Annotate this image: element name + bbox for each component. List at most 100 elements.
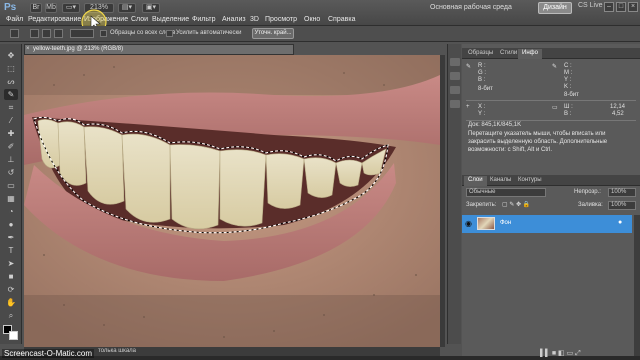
menu-help[interactable]: Справка	[328, 16, 355, 23]
mini-bridge-icon[interactable]: Mb	[45, 3, 57, 13]
actions-panel-icon[interactable]	[450, 72, 460, 80]
cs-live-link[interactable]: CS Live	[578, 2, 603, 9]
workspace-design-button[interactable]: Дизайн	[538, 2, 572, 14]
pen-tool-icon[interactable]: ✒	[4, 232, 18, 243]
close-document-icon[interactable]: ×	[26, 45, 30, 54]
tab-channels[interactable]: Каналы	[486, 176, 515, 186]
history-brush-tool-icon[interactable]: ↺	[4, 167, 18, 178]
toolbox: ✥ ⬚ ᔕ ✎ ⌗ ⁄ ✚ ✐ ⊥ ↺ ▭ ▦ ◔ ● ✒ T ➤ ■ ⟳ ✋ …	[0, 44, 22, 344]
shape-tool-icon[interactable]: ■	[4, 271, 18, 282]
blend-mode-select[interactable]: Обычные	[466, 188, 546, 197]
maximize-button[interactable]: □	[616, 2, 626, 12]
arrange-documents-icon[interactable]: ▤▾	[118, 3, 136, 13]
crosshair-icon: +	[466, 104, 470, 110]
brush-panel-icon[interactable]	[450, 86, 460, 94]
menu-edit[interactable]: Редактирование	[28, 16, 81, 23]
tab-info[interactable]: Инфо	[518, 49, 542, 59]
screen-mode-icon[interactable]: ▣▾	[142, 3, 160, 13]
tab-paths[interactable]: Контуры	[514, 176, 546, 186]
zoom-tool-icon[interactable]: ⌕	[4, 310, 18, 321]
info-r-label: R :	[478, 63, 486, 69]
info-y-coord-label: Y :	[478, 111, 486, 117]
menu-window[interactable]: Окно	[304, 16, 320, 23]
info-separator	[466, 100, 636, 101]
info-panel-tabs: Образцы Стили Инфо	[462, 48, 640, 59]
info-hint-text: Перетащите указатель мыши, чтобы вписать…	[468, 131, 608, 153]
dodge-tool-icon[interactable]: ●	[4, 219, 18, 230]
options-bar: Образцы со всех слоев Усилить автоматиче…	[0, 26, 640, 42]
menu-view[interactable]: Просмотр	[265, 16, 297, 23]
brush-tool-icon[interactable]: ✐	[4, 141, 18, 152]
recorder-controls[interactable]: ▌▌ ■ ◧ ▭ ⤢	[540, 349, 581, 358]
quick-selection-tool-preset-icon[interactable]	[10, 29, 19, 38]
history-panel-icon[interactable]	[450, 58, 460, 66]
right-panels: Образцы Стили Инфо ✎ R : G : B : 8-бит ✎…	[462, 44, 640, 360]
opacity-input[interactable]: 100%	[608, 188, 636, 197]
layer-thumbnail	[477, 217, 495, 230]
lock-label: Закрепить:	[466, 202, 497, 208]
menu-file[interactable]: Файл	[6, 16, 23, 23]
character-panel-icon[interactable]	[450, 100, 460, 108]
crop-tool-icon[interactable]: ⌗	[4, 102, 18, 113]
document-tab[interactable]: × yellow-teeth.jpg @ 213% (RGB/8)	[24, 44, 294, 55]
menu-layers[interactable]: Слои	[131, 16, 148, 23]
3d-rotate-tool-icon[interactable]: ⟳	[4, 284, 18, 295]
tab-swatches[interactable]: Образцы	[464, 49, 497, 59]
layer-row-background[interactable]: ◉ Фон ●	[462, 215, 632, 233]
gradient-tool-icon[interactable]: ▦	[4, 193, 18, 204]
document-tab-title: yellow-teeth.jpg @ 213% (RGB/8)	[33, 46, 124, 52]
smile-photo	[24, 55, 440, 347]
healing-brush-tool-icon[interactable]: ✚	[4, 128, 18, 139]
auto-enhance-checkbox[interactable]	[166, 30, 173, 37]
blur-tool-icon[interactable]: ◔	[4, 206, 18, 217]
background-color-swatch[interactable]	[9, 331, 18, 340]
info-doc-size: Док: 845,1K/845,1K	[468, 122, 522, 128]
info-g-label: G :	[478, 70, 487, 76]
menu-select[interactable]: Выделение	[152, 16, 189, 23]
type-tool-icon[interactable]: T	[4, 245, 18, 256]
info-c-label: C :	[564, 63, 572, 69]
screencast-watermark: Screencast-O-Matic.com	[2, 349, 95, 358]
brush-size-picker[interactable]	[70, 29, 94, 38]
lasso-tool-icon[interactable]: ᔕ	[4, 76, 18, 87]
eyedropper-rgb-icon: ✎	[466, 64, 472, 70]
fill-input[interactable]: 100%	[608, 201, 636, 210]
refine-edge-button[interactable]: Уточн. край...	[252, 28, 294, 39]
layers-scrollbar[interactable]	[634, 215, 640, 360]
new-selection-icon[interactable]	[30, 29, 39, 38]
quick-selection-tool-icon[interactable]: ✎	[4, 89, 18, 100]
auto-enhance-label: Усилить автоматически	[176, 30, 242, 36]
menu-3d[interactable]: 3D	[250, 16, 259, 23]
layer-lock-icon: ●	[618, 219, 623, 226]
minimize-button[interactable]: –	[604, 2, 614, 12]
clone-stamp-tool-icon[interactable]: ⊥	[4, 154, 18, 165]
info-bit-right: 8-бит	[564, 92, 579, 98]
menu-analysis[interactable]: Анализ	[222, 16, 246, 23]
eyedropper-tool-icon[interactable]: ⁄	[4, 115, 18, 126]
canvas-vertical-scrollbar[interactable]	[440, 55, 445, 347]
hand-tool-icon[interactable]: ✋	[4, 297, 18, 308]
bridge-icon[interactable]: Br	[30, 3, 42, 13]
tab-layers[interactable]: Слои	[464, 176, 487, 186]
lock-icons[interactable]: ▢ ✎ ✥ 🔒	[502, 201, 530, 208]
collapsed-panels-strip	[447, 44, 461, 344]
opacity-label: Непрозр.:	[574, 189, 601, 195]
info-w-value: 12,14	[610, 104, 626, 110]
eraser-tool-icon[interactable]: ▭	[4, 180, 18, 191]
move-tool-icon[interactable]: ✥	[4, 50, 18, 61]
info-b-label: B :	[478, 77, 486, 83]
add-to-selection-icon[interactable]	[42, 29, 51, 38]
workspace-label: Основная рабочая среда	[430, 4, 512, 11]
layer-name: Фон	[500, 220, 512, 226]
layers-panel-tabs: Слои Каналы Контуры	[462, 175, 640, 186]
visibility-eye-icon[interactable]: ◉	[465, 219, 474, 228]
subtract-selection-icon[interactable]	[54, 29, 63, 38]
menu-filter[interactable]: Фильтр	[192, 16, 216, 23]
document-canvas[interactable]	[24, 55, 440, 347]
info-y-label: Y :	[564, 77, 572, 83]
sample-all-layers-checkbox[interactable]	[100, 30, 107, 37]
marquee-tool-icon[interactable]: ⬚	[4, 63, 18, 74]
close-button[interactable]: ×	[628, 2, 638, 12]
info-separator-2	[466, 120, 636, 121]
path-selection-tool-icon[interactable]: ➤	[4, 258, 18, 269]
